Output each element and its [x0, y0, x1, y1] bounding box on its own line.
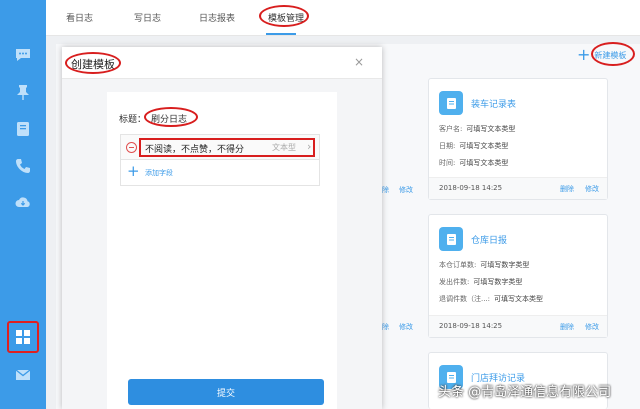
tab-write-log[interactable]: 写日志 — [134, 11, 161, 24]
add-field-button[interactable]: + 添加字段 — [120, 160, 320, 186]
card-field: 客户名: 可填写文本类型 — [439, 125, 516, 133]
document-icon — [439, 227, 463, 251]
tab-log-report[interactable]: 日志报表 — [199, 11, 235, 24]
template-card[interactable]: 仓库日报 本仓订单数: 可填写数字类型 发出件数: 可填写数字类型 退调件数（注..… — [428, 214, 608, 338]
field-row[interactable]: 不阅读，不点赞，不得分 文本型 › — [120, 134, 320, 160]
edit-button[interactable]: 修改 — [585, 322, 599, 332]
plus-icon: + — [127, 162, 140, 180]
card-field: 退调件数（注...: 可填写文本类型 — [439, 295, 544, 303]
close-icon[interactable]: × — [354, 55, 364, 69]
card-date: 2018-09-18 14:25 — [439, 184, 503, 192]
create-template-dialog: 创建模板 × 标题： 刷分日志 不阅读，不点赞，不得分 文本型 › + 添加字段… — [62, 47, 382, 409]
delete-button[interactable]: 删除 — [560, 184, 574, 194]
chevron-right-icon: › — [307, 140, 312, 153]
card-field: 本仓订单数: 可填写数字类型 — [439, 261, 530, 269]
card-footer: 2018-09-18 14:25 删除 修改 — [429, 177, 607, 199]
card-date: 2018-09-18 14:25 — [439, 322, 503, 330]
notebook-icon[interactable] — [13, 119, 33, 139]
new-template-annotation-circle — [591, 42, 635, 66]
edit-button[interactable]: 修改 — [585, 184, 599, 194]
edit-button[interactable]: 修改 — [399, 185, 413, 195]
remove-field-icon[interactable] — [126, 142, 137, 153]
add-field-label: 添加字段 — [145, 169, 173, 177]
partial-action-2: 除 — [382, 323, 389, 331]
card-field: 发出件数: 可填写数字类型 — [439, 278, 523, 286]
template-card[interactable]: 装车记录表 客户名: 可填写文本类型 日期: 可填写文本类型 时间: 可填写文本类型 … — [428, 78, 608, 200]
watermark: 头条 @青岛泽通信息有限公司 — [438, 385, 612, 400]
template-form: 标题： 刷分日志 不阅读，不点赞，不得分 文本型 › + 添加字段 提交 — [107, 92, 337, 409]
dialog-body: 标题： 刷分日志 不阅读，不点赞，不得分 文本型 › + 添加字段 提交 — [62, 79, 382, 409]
title-annotation-circle — [65, 52, 121, 74]
partial-action-1: 除 — [382, 186, 389, 194]
card-title: 仓库日报 — [471, 235, 508, 246]
document-icon — [439, 91, 463, 115]
chat-icon[interactable] — [13, 45, 33, 65]
tab-annotation-circle — [259, 5, 309, 27]
submit-button[interactable]: 提交 — [128, 379, 324, 405]
top-tab-bar: 看日志 写日志 日志报表 模板管理 — [46, 0, 640, 36]
dialog-header: 创建模板 × — [62, 47, 382, 79]
plus-icon: + — [577, 45, 591, 64]
left-sidebar — [0, 0, 46, 409]
card-field: 时间: 可填写文本类型 — [439, 159, 509, 167]
edit-button[interactable]: 修改 — [399, 322, 413, 332]
field-type: 文本型 — [272, 143, 296, 152]
card-title: 装车记录表 — [471, 99, 517, 110]
title-label: 标题： — [119, 115, 147, 125]
card-footer: 2018-09-18 14:25 删除 修改 — [429, 315, 607, 337]
apps-grid-icon[interactable] — [13, 327, 33, 347]
title-value-annotation-circle — [144, 107, 198, 127]
tab-view-logs[interactable]: 看日志 — [66, 11, 93, 24]
mail-icon[interactable] — [13, 365, 33, 385]
cloud-icon[interactable] — [13, 192, 33, 212]
pin-icon[interactable] — [13, 82, 33, 102]
field-name[interactable]: 不阅读，不点赞，不得分 — [145, 142, 244, 155]
card-field: 日期: 可填写文本类型 — [439, 142, 509, 150]
phone-icon[interactable] — [13, 156, 33, 176]
delete-button[interactable]: 删除 — [560, 322, 574, 332]
active-tab-underline — [266, 33, 296, 35]
